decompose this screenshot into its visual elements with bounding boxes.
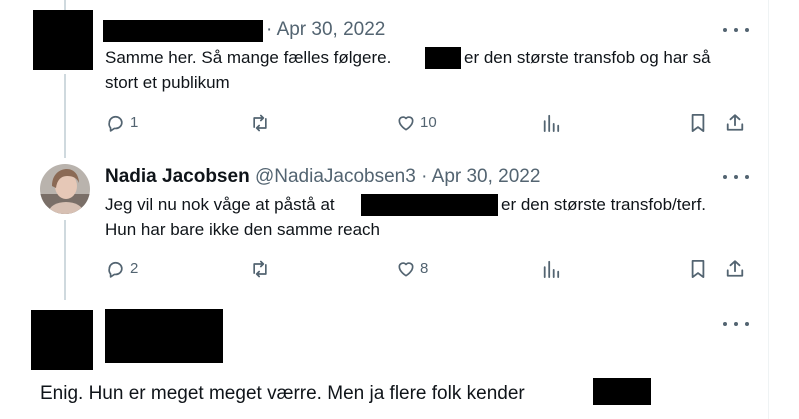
tweet-text-segment: er den største transfob og har så: [464, 48, 711, 67]
bookmark-button[interactable]: [689, 113, 707, 133]
redacted-text: [425, 47, 461, 69]
like-icon: [398, 262, 414, 277]
tweet-thread: · Apr 30, 2022 Samme her. Så mange fælle…: [0, 0, 769, 419]
redacted-text: [593, 378, 651, 405]
views-icon: [543, 114, 560, 132]
avatar[interactable]: [40, 164, 90, 214]
like-button[interactable]: 10: [396, 113, 437, 133]
meta-separator: ·: [421, 166, 428, 187]
share-button[interactable]: [725, 258, 745, 279]
tweet-text-line: Hun har bare ikke den samme reach: [105, 218, 380, 242]
tweet-text-line: Samme her. Så mange fælles følgere.: [105, 46, 391, 70]
like-icon: [398, 116, 414, 131]
author-name[interactable]: Nadia Jacobsen: [105, 166, 250, 187]
tweet-meta: · Apr 30, 2022: [266, 18, 385, 42]
tweet-text-segment: stort et publikum: [105, 73, 230, 92]
retweet-icon: [253, 114, 267, 132]
reply-count: 2: [130, 260, 139, 277]
reply-icon: [108, 261, 123, 278]
share-icon: [726, 260, 744, 277]
tweet-text-line: er den største transfob og har så: [464, 46, 711, 70]
reply-icon: [108, 115, 123, 132]
thread-line: [64, 0, 66, 10]
retweet-button[interactable]: [249, 113, 271, 133]
views-button[interactable]: [542, 113, 560, 133]
meta-separator: ·: [266, 19, 273, 40]
more-icon[interactable]: [723, 315, 749, 333]
like-button[interactable]: 8: [396, 259, 428, 279]
tweet-text-line: stort et publikum: [105, 71, 230, 95]
tweet-text-segment: er den største transfob/terf.: [501, 195, 707, 214]
like-count: 8: [420, 260, 429, 277]
reply-button[interactable]: 2: [106, 259, 138, 279]
author-name-redacted: [105, 309, 223, 363]
views-icon: [543, 260, 560, 278]
thread-line: [64, 74, 66, 158]
tweet-text-segment: Samme her. Så mange fælles følgere.: [105, 48, 392, 67]
reply-button[interactable]: 1: [106, 113, 138, 133]
more-icon[interactable]: [723, 21, 749, 39]
tweet-text-line: er den største transfob/terf.: [501, 193, 706, 217]
reply-count: 1: [130, 114, 139, 131]
retweet-button[interactable]: [249, 259, 271, 279]
more-icon[interactable]: [723, 168, 749, 186]
share-icon: [726, 114, 744, 131]
tweet-text-line: Enig. Hun er meget meget værre. Men ja f…: [40, 381, 525, 407]
bookmark-icon: [691, 260, 705, 278]
thread-line: [64, 220, 66, 300]
retweet-icon: [253, 260, 267, 278]
like-count: 10: [420, 114, 437, 131]
tweet-text-segment: Enig. Hun er meget meget værre. Men ja f…: [40, 383, 525, 404]
tweet-text-line: Jeg vil nu nok våge at påstå at: [105, 193, 335, 217]
tweet-timestamp[interactable]: Apr 30, 2022: [277, 19, 386, 40]
tweet-text-segment: Jeg vil nu nok våge at påstå at: [105, 195, 335, 214]
tweet-timestamp[interactable]: Apr 30, 2022: [432, 166, 541, 187]
tweet-text-segment: Hun har bare ikke den samme reach: [105, 220, 380, 239]
views-button[interactable]: [542, 259, 560, 279]
avatar-redacted: [31, 310, 93, 370]
bookmark-icon: [691, 113, 705, 132]
avatar-redacted: [33, 10, 93, 70]
share-button[interactable]: [725, 112, 745, 133]
author-handle[interactable]: @NadiaJacobsen3: [255, 166, 416, 187]
tweet-meta: Nadia Jacobsen @NadiaJacobsen3 · Apr 30,…: [105, 165, 540, 189]
bookmark-button[interactable]: [689, 259, 707, 279]
redacted-text: [361, 194, 498, 216]
author-name-redacted: [103, 20, 263, 42]
